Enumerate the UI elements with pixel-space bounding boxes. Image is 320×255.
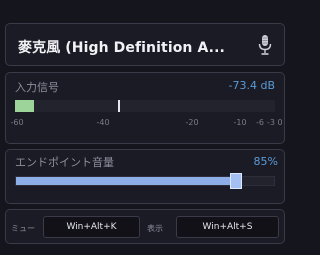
input-level-meter (15, 100, 275, 112)
endpoint-volume-value: 85% (253, 155, 278, 168)
device-name: 麥克風 (High Definition A... (18, 40, 225, 56)
meter-level-bar (15, 100, 34, 112)
hotkeys-panel: ミュー Win+Alt+K 表示 Win+Alt+S (5, 209, 285, 244)
meter-scale-tick: -60 (10, 118, 24, 127)
peak-indicator (118, 100, 120, 112)
meter-scale-tick: -20 (185, 118, 199, 127)
microphone-icon[interactable] (257, 34, 273, 56)
input-level-label: 入力信号 (15, 81, 59, 94)
input-level-panel: 入力信号 -73.4 dB -60 -40 -20 -10 -6 -3 0 (5, 72, 285, 144)
meter-scale-tick: -40 (96, 118, 110, 127)
volume-slider-thumb[interactable] (230, 173, 242, 189)
show-hotkey-label: 表示 (147, 224, 163, 233)
mute-hotkey-label: ミュー (11, 224, 35, 233)
endpoint-volume-label: エンドポイント音量 (15, 156, 114, 169)
show-hotkey-field[interactable]: Win+Alt+S (176, 216, 279, 238)
meter-scale-tick: -10 (233, 118, 247, 127)
volume-slider-fill (16, 177, 235, 185)
meter-scale-tick: -6 (256, 118, 264, 127)
meter-scale-tick: -3 (267, 118, 275, 127)
meter-scale-tick: 0 (277, 118, 283, 127)
mute-hotkey-field[interactable]: Win+Alt+K (43, 216, 140, 238)
device-panel: 麥克風 (High Definition A... (5, 23, 285, 66)
endpoint-volume-panel: エンドポイント音量 85% (5, 149, 285, 204)
input-level-value: -73.4 dB (228, 79, 276, 92)
